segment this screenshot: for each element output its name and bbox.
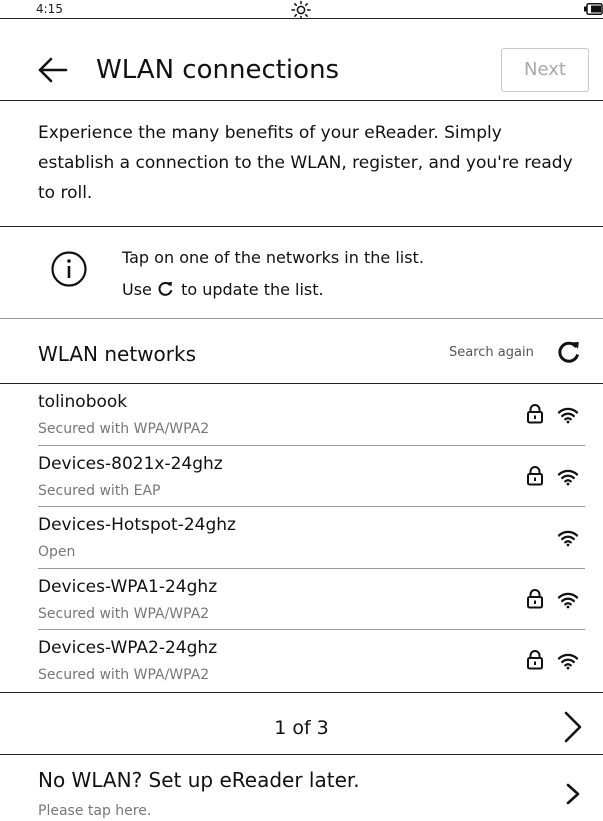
wifi-icon xyxy=(557,654,579,670)
status-time: 4:15 xyxy=(36,2,63,16)
page-indicator: 1 of 3 xyxy=(274,717,329,739)
header-divider xyxy=(0,100,603,101)
search-again-link[interactable]: Search again xyxy=(449,341,534,365)
chevron-right-icon xyxy=(566,783,580,805)
wifi-icon xyxy=(557,407,579,424)
network-security: Secured with WPA/WPA2 xyxy=(38,421,210,437)
network-security: Open xyxy=(38,544,76,561)
next-button[interactable]: Next xyxy=(501,48,589,92)
lock-icon xyxy=(527,650,543,670)
refresh-icon xyxy=(558,341,580,363)
network-name: Devices-Hotspot-24ghz xyxy=(38,515,236,536)
info-line-2-prefix: Use xyxy=(122,280,152,299)
intro-divider xyxy=(0,226,603,227)
sun-icon xyxy=(291,0,311,20)
network-row[interactable]: Devices-Hotspot-24ghz Open xyxy=(0,507,603,569)
next-page-button[interactable] xyxy=(558,709,586,745)
network-name: Devices-8021x-24ghz xyxy=(38,453,223,474)
network-security: Secured with WPA/WPA2 xyxy=(38,605,210,622)
wifi-icon xyxy=(557,592,579,609)
chevron-right-icon xyxy=(564,711,582,743)
info-line-2: Use to update the list. xyxy=(122,278,324,302)
wifi-icon xyxy=(557,469,579,485)
setup-later-title[interactable]: No WLAN? Set up eReader later. xyxy=(38,766,360,794)
battery-icon xyxy=(584,3,603,15)
info-icon xyxy=(51,251,87,287)
refresh-button[interactable] xyxy=(556,339,582,365)
info-line-2-suffix: to update the list. xyxy=(181,280,324,299)
refresh-icon xyxy=(158,281,173,296)
status-divider xyxy=(0,18,603,19)
network-row[interactable]: Devices-WPA1-24ghz Secured with WPA/WPA2 xyxy=(0,569,603,631)
pagination-divider xyxy=(0,754,603,755)
network-row[interactable]: tolinobook Secured with WPA/WPA2 xyxy=(0,384,603,446)
network-row[interactable]: Devices-8021x-24ghz Secured with EAP xyxy=(0,446,603,508)
info-line-1: Tap on one of the networks in the list. xyxy=(122,248,424,267)
page-title: WLAN connections xyxy=(96,55,340,85)
list-bottom-divider xyxy=(0,692,603,693)
networks-title: WLAN networks xyxy=(38,342,197,366)
lock-icon xyxy=(527,465,543,486)
intro-text: Experience the many benefits of your eRe… xyxy=(38,123,573,203)
network-name: Devices-WPA1-24ghz xyxy=(38,576,218,597)
lock-icon xyxy=(527,404,543,424)
wifi-icon xyxy=(557,530,579,547)
info-divider xyxy=(0,318,603,319)
setup-later-subtitle: Please tap here. xyxy=(38,803,152,819)
lock-icon xyxy=(527,588,543,609)
network-row[interactable]: Devices-WPA2-24ghz Secured with WPA/WPA2 xyxy=(0,630,603,692)
network-security: Secured with WPA/WPA2 xyxy=(38,667,210,684)
arrow-left-icon xyxy=(38,57,68,83)
network-name: tolinobook xyxy=(38,392,128,412)
network-name: Devices-WPA2-24ghz xyxy=(38,638,218,659)
back-button[interactable] xyxy=(36,53,70,87)
network-security: Secured with EAP xyxy=(38,482,161,499)
setup-later-button[interactable] xyxy=(563,780,583,808)
